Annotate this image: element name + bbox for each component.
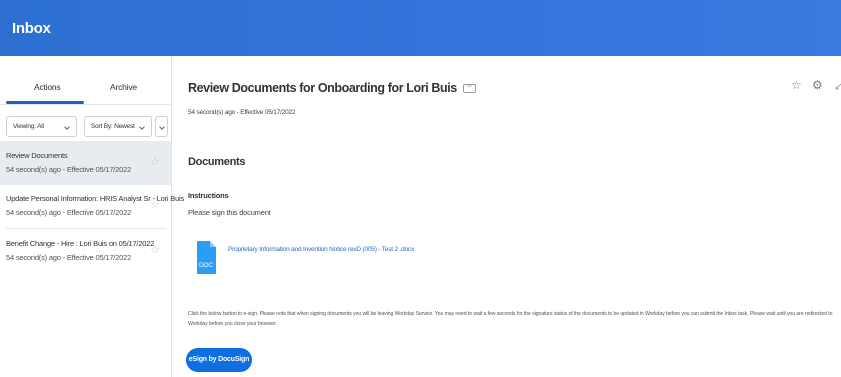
viewing-filter-label: Viewing: All bbox=[13, 123, 44, 130]
tab-divider bbox=[0, 104, 172, 105]
inbox-item-update-personal-information[interactable]: Update Personal Information: HRIS Analys… bbox=[0, 184, 184, 228]
tab-actions[interactable]: Actions bbox=[34, 82, 61, 92]
instructions-label: Instructions bbox=[188, 191, 229, 200]
doc-file-icon[interactable]: DOC bbox=[197, 241, 216, 274]
sort-filter-label: Sort By: Newest bbox=[91, 123, 135, 130]
top-bar: Inbox bbox=[0, 0, 841, 56]
star-icon[interactable]: ☆ bbox=[791, 78, 802, 92]
inbox-item-meta: 54 second(s) ago - Effective 05/17/2022 bbox=[6, 208, 132, 217]
inbox-item-meta: 54 second(s) ago - Effective 05/17/2022 bbox=[6, 253, 132, 262]
task-meta: 54 second(s) ago - Effective 05/17/2022 bbox=[188, 109, 296, 116]
inbox-item-title: Benefit Change - Hire : Lori Buis on 05/… bbox=[6, 239, 155, 248]
chevron-down-icon bbox=[159, 124, 165, 130]
esign-notice: Click the below button to e-sign. Please… bbox=[188, 311, 833, 327]
task-detail-panel: Review Documents for Onboarding for Lori… bbox=[172, 56, 841, 377]
expand-icon[interactable]: ⤢ bbox=[835, 78, 841, 93]
star-icon[interactable]: ☆ bbox=[150, 198, 160, 211]
star-icon[interactable]: ☆ bbox=[150, 243, 160, 256]
documents-section-title: Documents bbox=[188, 156, 246, 168]
inbox-item-title: Review Documents bbox=[6, 151, 68, 160]
task-title: Review Documents for Onboarding for Lori… bbox=[188, 81, 476, 95]
viewing-filter[interactable]: Viewing: All bbox=[6, 116, 77, 137]
chevron-down-icon bbox=[64, 124, 70, 130]
expand-filter-button[interactable] bbox=[155, 116, 168, 137]
inbox-item-benefit-change[interactable]: Benefit Change - Hire : Lori Buis on 05/… bbox=[0, 229, 171, 273]
chevron-down-icon bbox=[139, 124, 145, 130]
task-title-text: Review Documents for Onboarding for Lori… bbox=[188, 81, 457, 95]
sort-filter[interactable]: Sort By: Newest bbox=[84, 116, 152, 137]
file-extension: DOC bbox=[199, 262, 213, 269]
page-title: Inbox bbox=[12, 20, 51, 37]
gear-icon[interactable]: ⚙ bbox=[812, 78, 823, 92]
tab-archive[interactable]: Archive bbox=[110, 82, 137, 92]
instructions-text: Please sign this document bbox=[188, 208, 271, 217]
file-fold bbox=[210, 241, 216, 247]
star-icon[interactable]: ☆ bbox=[150, 155, 160, 168]
inbox-sidebar: Actions Archive Viewing: All Sort By: Ne… bbox=[0, 56, 184, 377]
esign-button[interactable]: eSign by DocuSign bbox=[186, 348, 252, 372]
more-actions-button[interactable]: ··· bbox=[462, 84, 476, 94]
document-link[interactable]: Proprietary Information and Invention No… bbox=[228, 246, 414, 253]
inbox-item-review-documents[interactable]: Review Documents 54 second(s) ago - Effe… bbox=[0, 141, 171, 185]
inbox-item-meta: 54 second(s) ago - Effective 05/17/2022 bbox=[6, 165, 132, 174]
